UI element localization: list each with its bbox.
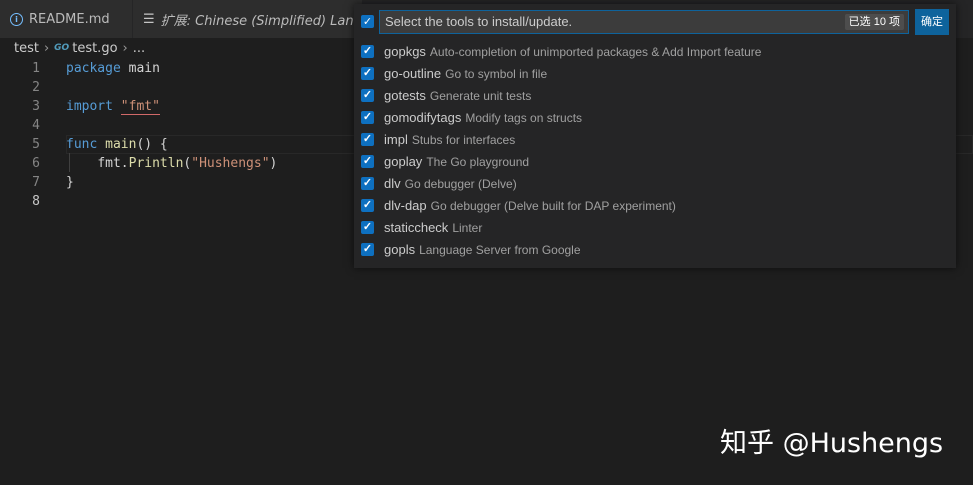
select-all-checkbox[interactable]: ✓	[361, 15, 374, 28]
tool-description: Go to symbol in file	[445, 67, 548, 81]
extension-icon: ☰	[143, 11, 155, 27]
tool-label: gopkgs Auto-completion of unimported pack…	[384, 41, 761, 63]
tab-label: 扩展: Chinese (Simplified) Language	[160, 13, 362, 29]
watermark: 知乎 @Hushengs	[720, 428, 944, 459]
tool-description: Modify tags on structs	[465, 111, 583, 125]
tool-label: gotests Generate unit tests	[384, 85, 531, 107]
tool-description: Go debugger (Delve)	[404, 177, 517, 191]
tool-name: go-outline	[384, 66, 442, 81]
tool-item-go-outline[interactable]: ✓ go-outline Go to symbol in file	[354, 63, 956, 85]
tool-item-dlv-dap[interactable]: ✓ dlv-dap Go debugger (Delve built for DAP…	[354, 195, 956, 217]
line-number: 5	[32, 137, 40, 152]
tool-description: The Go playground	[426, 155, 530, 169]
ok-button[interactable]: 确定	[915, 9, 949, 35]
quick-pick-input[interactable]: Select the tools to install/update. 已选 1…	[379, 10, 909, 34]
tool-item-gopkgs[interactable]: ✓ gopkgs Auto-completion of unimported pac…	[354, 41, 956, 63]
checkbox-icon[interactable]: ✓	[361, 89, 374, 102]
checkbox-icon[interactable]: ✓	[361, 243, 374, 256]
tab-label: README.md	[29, 11, 110, 27]
tool-label: goplay The Go playground	[384, 151, 529, 173]
tool-description: Language Server from Google	[419, 243, 581, 257]
checkbox-icon[interactable]: ✓	[361, 45, 374, 58]
tool-label: impl Stubs for interfaces	[384, 129, 515, 151]
checkbox-icon[interactable]: ✓	[361, 133, 374, 146]
tool-item-gotests[interactable]: ✓ gotests Generate unit tests	[354, 85, 956, 107]
quick-pick-dialog: ✓ Select the tools to install/update. 已选…	[354, 4, 956, 268]
tool-description: Stubs for interfaces	[411, 133, 516, 147]
tool-name: dlv	[384, 176, 401, 191]
tool-description: Auto-completion of unimported packages &…	[429, 45, 762, 59]
checkbox-icon[interactable]: ✓	[361, 221, 374, 234]
tool-description: Generate unit tests	[429, 89, 532, 103]
tool-name: gopkgs	[384, 44, 426, 59]
checkbox-icon[interactable]: ✓	[361, 155, 374, 168]
code-text: fmt.	[97, 156, 129, 171]
go-file-icon: GO	[54, 43, 70, 53]
tool-item-staticcheck[interactable]: ✓ staticcheck Linter	[354, 217, 956, 239]
tool-name: gopls	[384, 242, 416, 257]
checkbox-icon[interactable]: ✓	[361, 67, 374, 80]
tool-item-gomodifytags[interactable]: ✓ gomodifytags Modify tags on structs	[354, 107, 956, 129]
tool-label: staticcheck Linter	[384, 217, 482, 239]
breadcrumb-folder[interactable]: test	[14, 41, 39, 56]
line-number: 2	[32, 80, 40, 95]
line-number: 8	[32, 194, 40, 209]
quick-pick-header: ✓ Select the tools to install/update. 已选…	[354, 4, 956, 40]
tool-item-dlv[interactable]: ✓ dlv Go debugger (Delve)	[354, 173, 956, 195]
tool-name: staticcheck	[384, 220, 449, 235]
line-number: 6	[32, 156, 40, 171]
keyword: import	[66, 99, 113, 114]
string-literal: "Hushengs"	[191, 156, 270, 171]
line-number: 7	[32, 175, 40, 190]
tab-extension[interactable]: ☰ 扩展: Chinese (Simplified) Language	[132, 0, 362, 38]
code-text: }	[66, 175, 74, 190]
string-literal: "fmt"	[120, 99, 160, 115]
selected-count-badge: 已选 10 项	[844, 14, 904, 30]
tool-description: Go debugger (Delve built for DAP experim…	[430, 199, 676, 213]
tool-label: gopls Language Server from Google	[384, 239, 581, 261]
breadcrumb-ellipsis[interactable]: ...	[133, 41, 145, 56]
code-text: main	[120, 61, 160, 76]
keyword: package	[66, 61, 121, 76]
tool-label: gomodifytags Modify tags on structs	[384, 107, 582, 129]
tool-name: gotests	[384, 88, 426, 103]
tool-list: ✓ gopkgs Auto-completion of unimported pac…	[354, 41, 956, 261]
tool-name: impl	[384, 132, 408, 147]
checkbox-icon[interactable]: ✓	[361, 111, 374, 124]
tool-description: Linter	[452, 221, 483, 235]
line-number: 1	[32, 61, 40, 76]
chevron-right-icon: ›	[122, 40, 128, 56]
checkbox-icon[interactable]: ✓	[361, 177, 374, 190]
tool-label: dlv Go debugger (Delve)	[384, 173, 517, 195]
line-number: 3	[32, 99, 40, 114]
tool-name: goplay	[384, 154, 423, 169]
chevron-right-icon: ›	[43, 40, 50, 56]
breadcrumb-file[interactable]: test.go	[72, 41, 117, 56]
tool-item-impl[interactable]: ✓ impl Stubs for interfaces	[354, 129, 956, 151]
line-number: 4	[32, 118, 40, 133]
tab-readme[interactable]: i README.md	[0, 0, 132, 38]
function-name: Println	[128, 156, 184, 171]
tool-label: go-outline Go to symbol in file	[384, 63, 547, 85]
tool-label: dlv-dap Go debugger (Delve built for DAP …	[384, 195, 676, 217]
code-text: )	[269, 156, 278, 171]
tool-name: gomodifytags	[384, 110, 462, 125]
code-text: () {	[136, 137, 168, 152]
checkbox-icon[interactable]: ✓	[361, 199, 374, 212]
input-placeholder: Select the tools to install/update.	[385, 14, 573, 29]
keyword: func	[66, 137, 98, 152]
function-name: main	[105, 137, 137, 152]
tool-item-goplay[interactable]: ✓ goplay The Go playground	[354, 151, 956, 173]
tool-item-gopls[interactable]: ✓ gopls Language Server from Google	[354, 239, 956, 261]
info-icon: i	[10, 12, 23, 26]
tool-name: dlv-dap	[384, 198, 427, 213]
